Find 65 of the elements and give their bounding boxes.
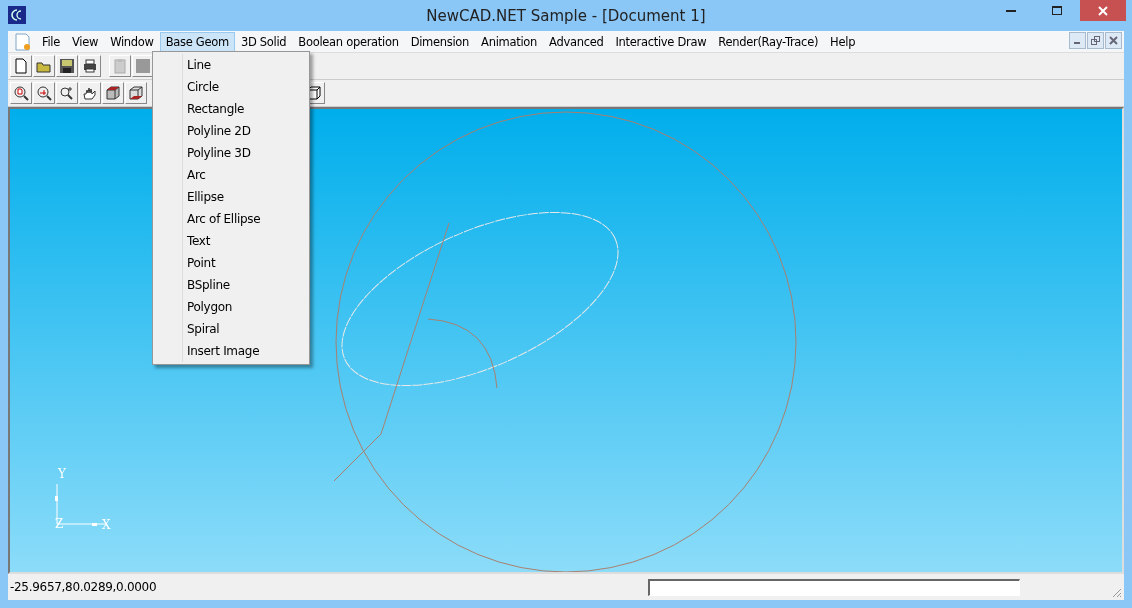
menu-option[interactable]: Spiral bbox=[153, 318, 309, 340]
minimize-icon bbox=[1006, 9, 1016, 12]
menu-option[interactable]: Circle bbox=[153, 76, 309, 98]
menu-option[interactable]: Insert Image bbox=[153, 340, 309, 362]
menu-option[interactable]: Text bbox=[153, 230, 309, 252]
menu-item[interactable]: Base Geom bbox=[159, 31, 235, 52]
restore-button[interactable] bbox=[1087, 32, 1104, 49]
minimize-button[interactable] bbox=[1069, 32, 1086, 49]
menu-option[interactable]: Arc bbox=[153, 164, 309, 186]
zoom-extents-button[interactable] bbox=[33, 82, 55, 104]
axis-label: Z bbox=[55, 517, 64, 531]
box-icon bbox=[105, 85, 121, 101]
box-icon bbox=[128, 85, 144, 101]
menu-option[interactable]: Polyline 3D bbox=[153, 142, 309, 164]
folder-button[interactable] bbox=[33, 55, 55, 77]
menu-item[interactable]: Advanced bbox=[543, 31, 610, 52]
clipboard-icon bbox=[112, 58, 128, 74]
menu-item[interactable]: Animation bbox=[475, 31, 544, 52]
menu-option[interactable]: Ellipse bbox=[153, 186, 309, 208]
hand-icon bbox=[82, 85, 98, 101]
square-icon bbox=[135, 58, 151, 74]
box-button[interactable] bbox=[102, 82, 124, 104]
menu-option[interactable]: Polygon bbox=[153, 296, 309, 318]
menu-item[interactable]: Dimension bbox=[404, 31, 476, 52]
axis-label: X bbox=[102, 518, 111, 532]
zoom-in-icon bbox=[59, 85, 75, 101]
coordinates-text: -25.9657,80.0289,0.0000 bbox=[9, 580, 158, 594]
menu-item[interactable]: View bbox=[66, 31, 105, 52]
menu-item[interactable]: Render(Ray-Trace) bbox=[712, 31, 825, 52]
resize-grip-icon[interactable] bbox=[1110, 586, 1122, 598]
maximize-icon bbox=[1052, 5, 1062, 16]
square-button[interactable] bbox=[132, 55, 154, 77]
new-file-icon bbox=[13, 58, 29, 74]
menu-option[interactable]: Point bbox=[153, 252, 309, 274]
menu-option[interactable]: BSpline bbox=[153, 274, 309, 296]
zoom-in-button[interactable] bbox=[56, 82, 78, 104]
close-button[interactable] bbox=[1105, 32, 1122, 49]
app-logo-icon bbox=[8, 6, 26, 24]
close-button[interactable] bbox=[1080, 0, 1126, 21]
menu-option[interactable]: Arc of Ellipse bbox=[153, 208, 309, 230]
menu-item[interactable]: Help bbox=[824, 31, 862, 52]
menu-option[interactable]: Rectangle bbox=[153, 98, 309, 120]
clipboard-button[interactable] bbox=[109, 55, 131, 77]
restore-icon bbox=[1091, 36, 1100, 45]
zoom-extents-icon bbox=[36, 85, 52, 101]
hand-button[interactable] bbox=[79, 82, 101, 104]
new-file-button[interactable] bbox=[10, 55, 32, 77]
menu-option[interactable]: Line bbox=[153, 54, 309, 76]
menu-item[interactable]: Boolean operation bbox=[292, 31, 405, 52]
zoom-window-icon bbox=[13, 85, 29, 101]
axis-label: Y bbox=[58, 467, 66, 481]
printer-button[interactable] bbox=[79, 55, 101, 77]
menu-item[interactable]: 3D Solid bbox=[234, 31, 293, 52]
box-button[interactable] bbox=[125, 82, 147, 104]
save-icon bbox=[59, 58, 75, 74]
menu-option[interactable]: Polyline 2D bbox=[153, 120, 309, 142]
window-title: NewCAD.NET Sample - [Document 1] bbox=[426, 6, 706, 25]
close-icon bbox=[1098, 5, 1108, 16]
close-icon bbox=[1109, 36, 1118, 45]
save-button[interactable] bbox=[56, 55, 78, 77]
menu-item[interactable]: Window bbox=[104, 31, 160, 52]
printer-icon bbox=[82, 58, 98, 74]
menu-item[interactable]: File bbox=[36, 31, 67, 52]
menu-item[interactable]: Interactive Draw bbox=[609, 31, 713, 52]
zoom-window-button[interactable] bbox=[10, 82, 32, 104]
